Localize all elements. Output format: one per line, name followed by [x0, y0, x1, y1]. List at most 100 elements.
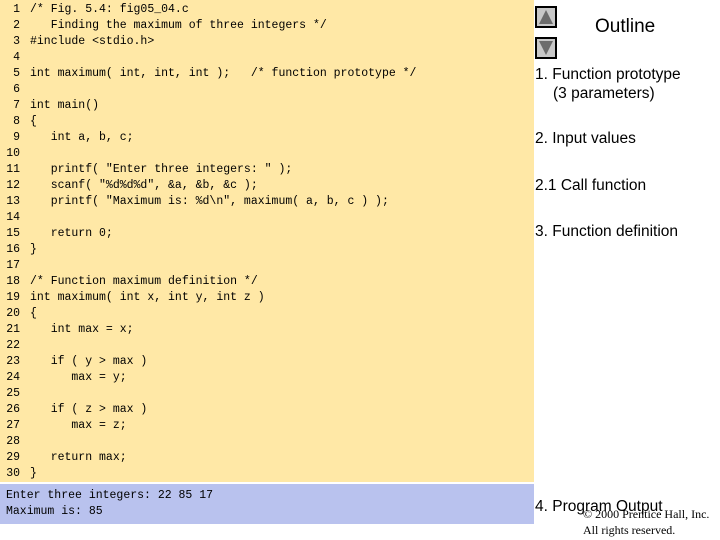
code-line: 12 scanf( "%d%d%d", &a, &b, &c );	[0, 178, 258, 194]
line-number: 2	[13, 19, 20, 32]
line-number: 18	[6, 275, 20, 288]
line-number: 12	[6, 179, 20, 192]
code-text: if ( z > max )	[30, 403, 148, 416]
code-line: 2 Finding the maximum of three integers …	[0, 18, 327, 34]
outline-item-text: 3. Function definition	[535, 223, 679, 240]
line-number: 21	[6, 323, 20, 336]
outline-item-function-prototype: 1. Function prototype (3 parameters)	[535, 65, 715, 103]
code-text: /* Function maximum definition */	[30, 275, 258, 288]
code-line: 25	[0, 386, 30, 402]
code-text: {	[30, 115, 37, 128]
line-number: 6	[13, 83, 20, 96]
line-number: 17	[6, 259, 20, 272]
line-number: 25	[6, 387, 20, 400]
line-number: 23	[6, 355, 20, 368]
line-number: 10	[6, 147, 20, 160]
line-number: 29	[6, 451, 20, 464]
code-line: 18 /* Function maximum definition */	[0, 274, 258, 290]
code-text: printf( "Maximum is: %d\n", maximum( a, …	[30, 195, 389, 208]
outline-item-text: 1. Function prototype	[535, 66, 681, 83]
code-line: 16}	[0, 242, 37, 258]
line-number: 1	[13, 3, 20, 16]
line-number: 15	[6, 227, 20, 240]
code-text: }	[30, 243, 37, 256]
line-number: 16	[6, 243, 20, 256]
output-line-1: Enter three integers: 22 85 17	[6, 489, 214, 502]
outline-item-text: 2. Input values	[535, 130, 636, 147]
code-line: 23 if ( y > max )	[0, 354, 147, 370]
code-line: 6	[0, 82, 30, 98]
triangle-up-icon	[539, 10, 553, 24]
line-number: 20	[6, 307, 20, 320]
code-line: 22	[0, 338, 30, 354]
next-slide-button[interactable]	[535, 37, 557, 59]
code-line: 19 int maximum( int x, int y, int z )	[0, 290, 265, 306]
code-text: return max;	[30, 451, 127, 464]
outline-item-subtext: (3 parameters)	[553, 85, 655, 102]
code-listing-panel: 1 /* Fig. 5.4: fig05_04.c 2 Finding the ma…	[0, 0, 534, 482]
code-line: 15 return 0;	[0, 226, 113, 242]
copyright-line-2: All rights reserved.	[583, 523, 676, 537]
code-line: 11 printf( "Enter three integers: " );	[0, 162, 292, 178]
line-number: 8	[13, 115, 20, 128]
code-line: 14	[0, 210, 30, 226]
code-text: printf( "Enter three integers: " );	[30, 163, 293, 176]
code-line: 29 return max;	[0, 450, 127, 466]
line-number: 19	[6, 291, 20, 304]
code-text: int a, b, c;	[30, 131, 134, 144]
line-number: 28	[6, 435, 20, 448]
code-text: return 0;	[30, 227, 113, 240]
code-text: Finding the maximum of three integers */	[30, 19, 327, 32]
outline-item-text: 2.1 Call function	[535, 177, 647, 194]
code-text: {	[30, 307, 37, 320]
line-number: 7	[13, 99, 20, 112]
code-line: 27 max = z;	[0, 418, 127, 434]
outline-item-input-values: 2. Input values	[535, 129, 715, 148]
code-line: 20 {	[0, 306, 37, 322]
code-line: 5 int maximum( int, int, int ); /* functi…	[0, 66, 416, 82]
line-number: 13	[6, 195, 20, 208]
code-line: 21 int max = x;	[0, 322, 134, 338]
code-text: if ( y > max )	[30, 355, 148, 368]
line-number: 30	[6, 467, 20, 480]
outline-title: Outline	[595, 16, 656, 37]
previous-slide-button[interactable]	[535, 6, 557, 28]
code-line: 28	[0, 434, 30, 450]
code-line: 8{	[0, 114, 37, 130]
code-text: int maximum( int x, int y, int z )	[30, 291, 265, 304]
line-number: 14	[6, 211, 20, 224]
code-line: 1 /* Fig. 5.4: fig05_04.c	[0, 2, 189, 18]
code-line: 24 max = y;	[0, 370, 127, 386]
code-line: 13 printf( "Maximum is: %d\n", maximum( …	[0, 194, 389, 210]
line-number: 24	[6, 371, 20, 384]
code-line: 17	[0, 258, 30, 274]
code-text: int main()	[30, 99, 100, 112]
line-number: 4	[13, 51, 20, 64]
code-line: 7 int main()	[0, 98, 99, 114]
code-line: 4	[0, 50, 30, 66]
copyright-notice: © 2000 Prentice Hall, Inc. All rights re…	[583, 506, 709, 538]
line-number: 22	[6, 339, 20, 352]
program-output-panel: Enter three integers: 22 85 17 Maximum i…	[0, 484, 534, 524]
line-number: 11	[6, 163, 20, 176]
triangle-down-icon	[539, 41, 553, 55]
code-text: scanf( "%d%d%d", &a, &b, &c );	[30, 179, 258, 192]
code-text: max = y;	[30, 371, 127, 384]
line-number: 9	[13, 131, 20, 144]
code-line: 10	[0, 146, 30, 162]
code-text: int max = x;	[30, 323, 134, 336]
line-number: 3	[13, 35, 20, 48]
code-line: 30}	[0, 466, 37, 482]
code-line: 9 int a, b, c;	[0, 130, 134, 146]
line-number: 27	[6, 419, 20, 432]
outline-item-call-function: 2.1 Call function	[535, 176, 715, 195]
line-number: 26	[6, 403, 20, 416]
code-text: /* Fig. 5.4: fig05_04.c	[30, 3, 189, 16]
code-text: max = z;	[30, 419, 127, 432]
code-text: #include <stdio.h>	[30, 35, 155, 48]
code-text: int maximum( int, int, int ); /* functio…	[30, 67, 417, 80]
output-line-2: Maximum is: 85	[6, 505, 103, 518]
code-line: 26 if ( z > max )	[0, 402, 147, 418]
line-number: 5	[13, 67, 20, 80]
code-line: 3 #include <stdio.h>	[0, 34, 154, 50]
